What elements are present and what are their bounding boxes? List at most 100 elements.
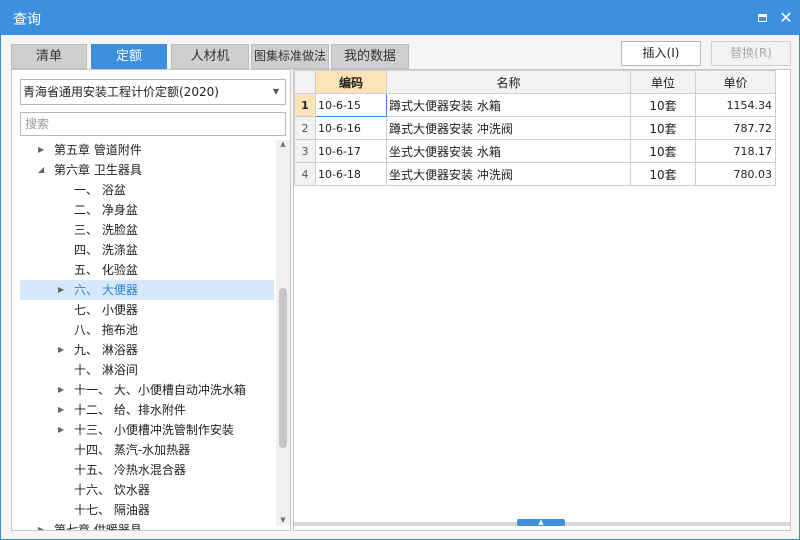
row-number-header	[294, 70, 316, 94]
cell-code[interactable]: 10-6-15	[315, 93, 387, 117]
tree-item-section-13[interactable]: ▶ 十三、 小便槽冲洗管制作安装	[20, 420, 274, 440]
search-input[interactable]	[20, 112, 286, 136]
cell-unit[interactable]: 10套	[630, 162, 696, 186]
cell-unit[interactable]: 10套	[630, 93, 696, 117]
tree-item-label: 一、 浴盆	[74, 183, 126, 197]
tree-scrollbar[interactable]: ▲ ▼	[276, 140, 290, 526]
cell-unit[interactable]: 10套	[630, 139, 696, 163]
cell-name[interactable]: 蹲式大便器安装 冲洗阀	[386, 116, 631, 140]
quota-table: 编码 名称 单位 单价 1 10-6-15 蹲式大便器安装 水箱 10套 115…	[294, 70, 776, 186]
maximize-button[interactable]	[753, 9, 771, 27]
table-row[interactable]: 2 10-6-16 蹲式大便器安装 冲洗阀 10套 787.72	[294, 116, 776, 140]
tree-item-section-14[interactable]: 十四、 蒸汽-水加热器	[20, 440, 274, 460]
cell-price[interactable]: 718.17	[695, 139, 776, 163]
cell-name[interactable]: 坐式大便器安装 冲洗阀	[386, 162, 631, 186]
chapter-tree: ▶ 第五章 管道附件 ◢ 第六章 卫生器具 一、 浴盆 二、 净身盆 三、 洗脸…	[12, 140, 276, 530]
table-row[interactable]: 4 10-6-18 坐式大便器安装 冲洗阀 10套 780.03	[294, 162, 776, 186]
tree-item-chapter-7[interactable]: ▶ 第七章 供暖器具	[20, 520, 274, 530]
column-header-unit[interactable]: 单位	[630, 70, 696, 94]
table-row[interactable]: 3 10-6-17 坐式大便器安装 水箱 10套 718.17	[294, 139, 776, 163]
tree-item-section-16[interactable]: 十六、 饮水器	[20, 480, 274, 500]
tree-item-section-9[interactable]: ▶ 九、 淋浴器	[20, 340, 274, 360]
tree-item-label: 十五、 冷热水混合器	[74, 463, 186, 477]
tree-item-chapter-5[interactable]: ▶ 第五章 管道附件	[20, 140, 274, 160]
tree-item-label: 十、 淋浴间	[74, 363, 138, 377]
quota-table-panel: 编码 名称 单位 单价 1 10-6-15 蹲式大便器安装 水箱 10套 115…	[293, 69, 791, 531]
close-icon: ✕	[779, 8, 793, 27]
tab-quota[interactable]: 定额	[91, 44, 167, 69]
collapse-handle-icon[interactable]: ▲	[517, 519, 565, 526]
cell-name[interactable]: 坐式大便器安装 水箱	[386, 139, 631, 163]
row-number: 2	[294, 116, 316, 140]
tree-item-label: 第五章 管道附件	[54, 143, 142, 157]
tab-bill[interactable]: 清单	[11, 44, 87, 69]
panel-splitter[interactable]: ▲	[294, 519, 790, 526]
cell-price[interactable]: 1154.34	[695, 93, 776, 117]
expand-arrow-icon[interactable]: ▶	[58, 420, 64, 440]
tree-item-section-7[interactable]: 七、 小便器	[20, 300, 274, 320]
scroll-down-arrow-icon[interactable]: ▼	[278, 516, 288, 526]
tree-item-label: 十一、 大、小便槽自动冲洗水箱	[74, 383, 246, 397]
tree-item-label: 十二、 给、排水附件	[74, 403, 186, 417]
tree-item-label: 十四、 蒸汽-水加热器	[74, 443, 191, 457]
tab-labor-material-machine[interactable]: 人材机	[171, 44, 249, 69]
insert-button[interactable]: 插入(I)	[621, 41, 701, 66]
tree-item-section-8[interactable]: 八、 拖布池	[20, 320, 274, 340]
column-header-name[interactable]: 名称	[386, 70, 631, 94]
window-title: 查询	[13, 12, 41, 28]
tree-item-section-3[interactable]: 三、 洗脸盆	[20, 220, 274, 240]
tree-item-section-2[interactable]: 二、 净身盆	[20, 200, 274, 220]
tree-item-label: 五、 化验盆	[74, 263, 138, 277]
cell-price[interactable]: 787.72	[695, 116, 776, 140]
close-button[interactable]: ✕	[777, 9, 795, 27]
dropdown-arrow-icon: ▼	[272, 87, 279, 96]
column-header-code[interactable]: 编码	[315, 70, 387, 94]
tree-item-label: 十三、 小便槽冲洗管制作安装	[74, 423, 234, 437]
tree-item-label: 三、 洗脸盆	[74, 223, 138, 237]
collapse-arrow-icon[interactable]: ◢	[38, 160, 44, 180]
tree-item-section-4[interactable]: 四、 洗涤盆	[20, 240, 274, 260]
query-dialog: 查询 ✕ 清单 定额 人材机 图集标准做法 我的数据 插入(I) 替换(R) 青…	[0, 0, 800, 540]
row-number: 3	[294, 139, 316, 163]
table-row[interactable]: 1 10-6-15 蹲式大便器安装 水箱 10套 1154.34	[294, 93, 776, 117]
tree-item-label: 八、 拖布池	[74, 323, 138, 337]
tree-item-section-11[interactable]: ▶ 十一、 大、小便槽自动冲洗水箱	[20, 380, 274, 400]
tree-item-section-5[interactable]: 五、 化验盆	[20, 260, 274, 280]
row-number: 1	[294, 93, 316, 117]
tree-item-label: 七、 小便器	[74, 303, 138, 317]
cell-name[interactable]: 蹲式大便器安装 水箱	[386, 93, 631, 117]
tab-atlas-standard[interactable]: 图集标准做法	[251, 44, 329, 69]
tree-item-section-1[interactable]: 一、 浴盆	[20, 180, 274, 200]
tab-my-data[interactable]: 我的数据	[331, 44, 409, 69]
quota-library-select[interactable]: 青海省通用安装工程计价定额(2020) ▼	[20, 79, 286, 105]
expand-arrow-icon[interactable]: ▶	[58, 380, 64, 400]
expand-arrow-icon[interactable]: ▶	[58, 400, 64, 420]
table-header-row: 编码 名称 单位 单价	[294, 70, 776, 94]
tree-item-section-17[interactable]: 十七、 隔油器	[20, 500, 274, 520]
tree-item-chapter-6[interactable]: ◢ 第六章 卫生器具	[20, 160, 274, 180]
tree-item-label: 第七章 供暖器具	[54, 523, 142, 530]
column-header-price[interactable]: 单价	[695, 70, 776, 94]
cell-code[interactable]: 10-6-16	[315, 116, 387, 140]
expand-arrow-icon[interactable]: ▶	[58, 280, 64, 300]
title-bar: 查询 ✕	[1, 1, 799, 35]
tree-item-label: 四、 洗涤盆	[74, 243, 138, 257]
tree-item-label: 六、 大便器	[74, 283, 138, 297]
tree-item-section-10[interactable]: 十、 淋浴间	[20, 360, 274, 380]
scrollbar-thumb[interactable]	[279, 288, 287, 448]
tree-item-label: 九、 淋浴器	[74, 343, 138, 357]
row-number: 4	[294, 162, 316, 186]
expand-arrow-icon[interactable]: ▶	[58, 340, 64, 360]
cell-code[interactable]: 10-6-17	[315, 139, 387, 163]
replace-button[interactable]: 替换(R)	[711, 41, 791, 66]
cell-code[interactable]: 10-6-18	[315, 162, 387, 186]
cell-price[interactable]: 780.03	[695, 162, 776, 186]
tree-item-section-12[interactable]: ▶ 十二、 给、排水附件	[20, 400, 274, 420]
expand-arrow-icon[interactable]: ▶	[38, 140, 44, 160]
cell-unit[interactable]: 10套	[630, 116, 696, 140]
tree-item-section-15[interactable]: 十五、 冷热水混合器	[20, 460, 274, 480]
scroll-up-arrow-icon[interactable]: ▲	[278, 140, 288, 150]
quota-library-value: 青海省通用安装工程计价定额(2020)	[23, 85, 219, 99]
tree-item-section-6[interactable]: ▶ 六、 大便器	[20, 280, 274, 300]
expand-arrow-icon[interactable]: ▶	[38, 520, 44, 530]
